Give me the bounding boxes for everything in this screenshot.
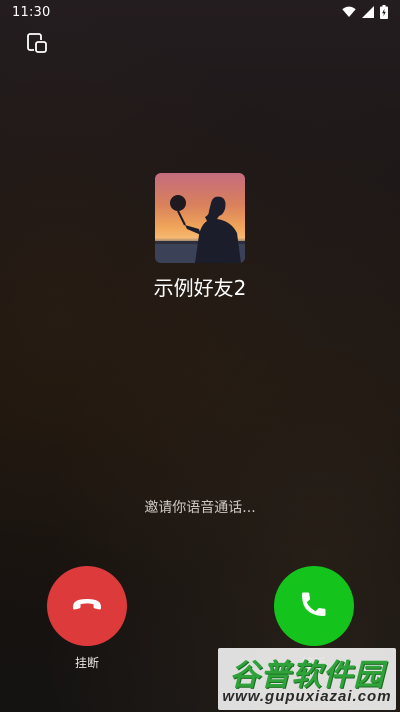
status-bar: 11:30 [0, 0, 400, 24]
contact-avatar [155, 173, 245, 263]
phone-icon [298, 588, 330, 624]
caller-avatar [155, 173, 245, 263]
minimize-call-button[interactable] [22, 30, 52, 60]
voice-call-screen: 11:30 示例好友2 邀请你语音通话... 挂断 谷普软件园 www.gupu… [0, 0, 400, 712]
status-icons [342, 5, 388, 19]
battery-icon [380, 5, 388, 19]
hangup-phone-icon [69, 586, 105, 626]
watermark-url: www.gupuxiazai.com [222, 688, 392, 705]
signal-icon [362, 6, 374, 18]
status-time: 11:30 [12, 4, 51, 20]
caller-name: 示例好友2 [153, 276, 247, 300]
floating-window-icon [25, 31, 49, 59]
call-status-text: 邀请你语音通话... [144, 500, 256, 516]
watermark-logo: 谷普软件园 www.gupuxiazai.com [218, 648, 396, 710]
hangup-button[interactable] [47, 566, 127, 646]
answer-button[interactable] [274, 566, 354, 646]
wifi-icon [342, 6, 356, 18]
hangup-label: 挂断 [74, 656, 99, 670]
